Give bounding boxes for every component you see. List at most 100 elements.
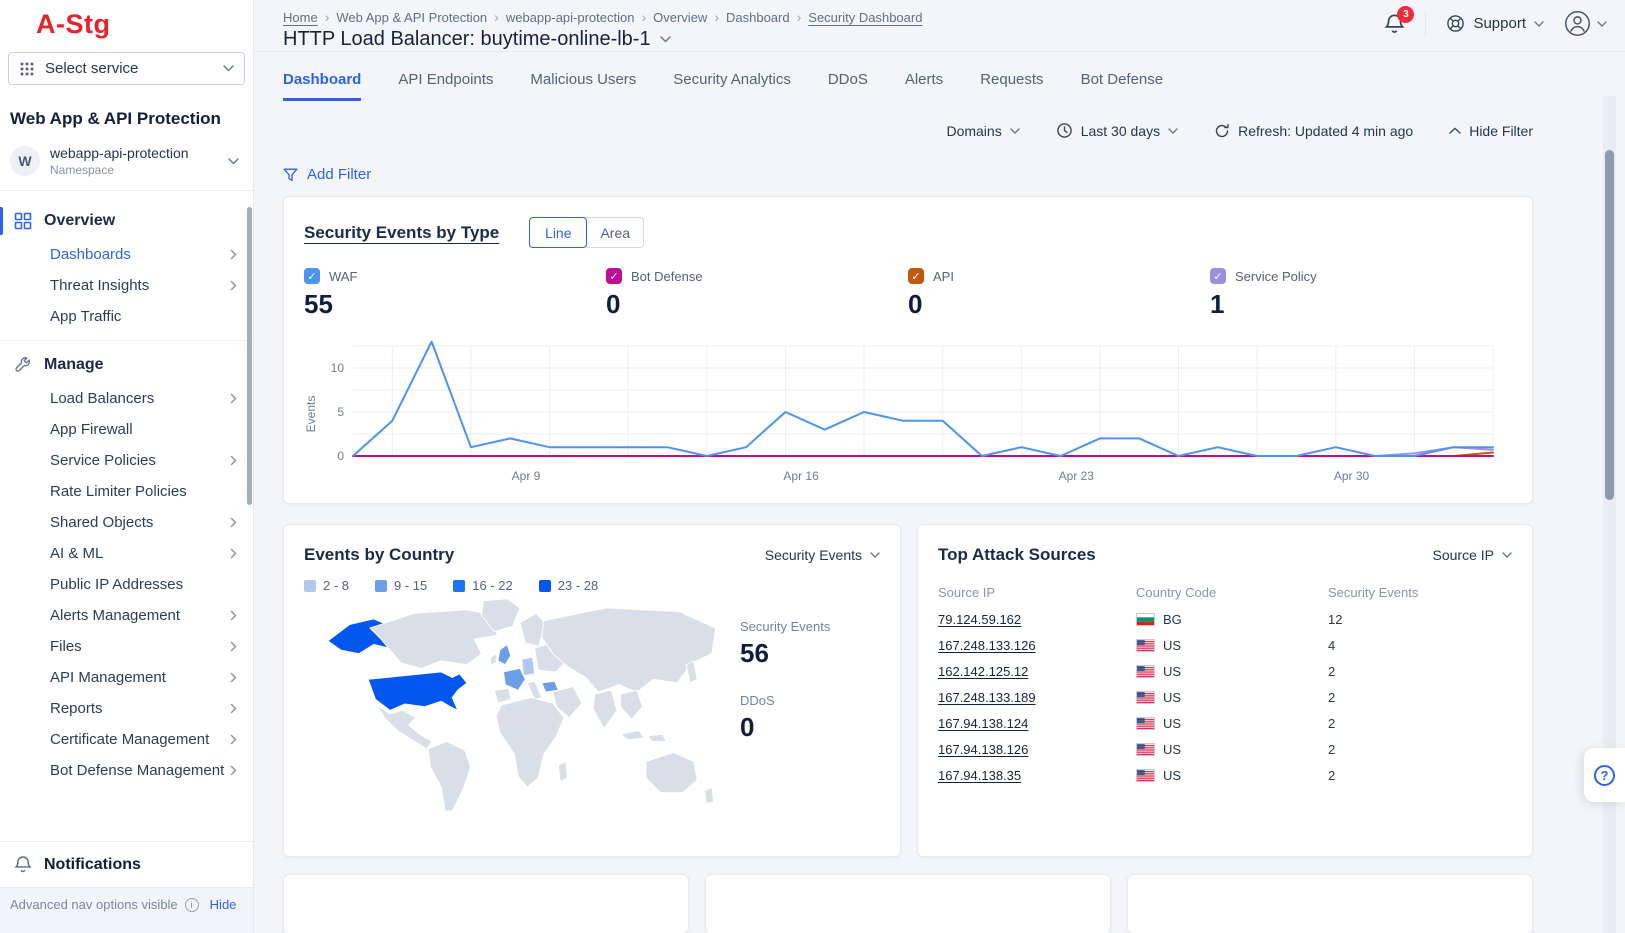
toggle-line[interactable]: Line xyxy=(529,217,587,248)
sidebar-item-shared-objects[interactable]: Shared Objects xyxy=(0,507,253,538)
sidebar-item-files[interactable]: Files xyxy=(0,631,253,662)
user-menu[interactable] xyxy=(1564,10,1607,37)
security-events-cell: 12 xyxy=(1328,612,1512,627)
sidebar-nav: OverviewDashboardsThreat InsightsApp Tra… xyxy=(0,190,253,794)
tab-bot-defense[interactable]: Bot Defense xyxy=(1081,71,1164,101)
breadcrumb-dashboard[interactable]: Dashboard xyxy=(726,10,790,25)
page-scrollbar-thumb[interactable] xyxy=(1605,150,1614,500)
breadcrumb-separator: › xyxy=(797,9,802,25)
legend-checkbox-service-policy[interactable]: ✓Service Policy xyxy=(1210,268,1512,284)
source-ip-link[interactable]: 167.94.138.126 xyxy=(938,742,1028,757)
sidebar-scrollbar[interactable] xyxy=(247,207,252,505)
legend-checkbox-bot-defense[interactable]: ✓Bot Defense xyxy=(606,268,908,284)
legend-checkbox-waf[interactable]: ✓WAF xyxy=(304,268,606,284)
breadcrumb: Home›Web App & API Protection›webapp-api… xyxy=(283,9,1533,25)
source-ip-link[interactable]: 167.248.133.126 xyxy=(938,638,1036,653)
security-events-cell: 2 xyxy=(1328,768,1512,783)
source-ip-link[interactable]: 167.94.138.124 xyxy=(938,716,1028,731)
chart-legend: ✓WAF55✓Bot Defense0✓API0✓Service Policy1 xyxy=(304,268,1512,320)
domains-label: Domains xyxy=(946,123,1001,139)
sidebar-item-certificate-management[interactable]: Certificate Management xyxy=(0,724,253,755)
source-ip-link[interactable]: 167.94.138.35 xyxy=(938,768,1021,783)
chevron-down-icon[interactable] xyxy=(660,36,671,43)
sidebar-item-api-management[interactable]: API Management xyxy=(0,662,253,693)
legend-service-policy: ✓Service Policy1 xyxy=(1210,268,1512,320)
tab-requests[interactable]: Requests xyxy=(980,71,1043,101)
sidebar-item-notifications[interactable]: Notifications xyxy=(0,841,253,887)
attack-dimension-dropdown[interactable]: Source IP xyxy=(1433,547,1512,563)
stat-ddos: DDoS0 xyxy=(740,693,880,743)
sidebar-item-rate-limiter-policies[interactable]: Rate Limiter Policies xyxy=(0,476,253,507)
world-map[interactable] xyxy=(304,597,734,821)
checkbox-checked-icon: ✓ xyxy=(606,268,622,284)
hide-advanced-nav-link[interactable]: Hide xyxy=(210,897,237,912)
column-header-source-ip: Source IP xyxy=(938,585,1136,600)
tab-alerts[interactable]: Alerts xyxy=(905,71,943,101)
support-menu[interactable]: Support xyxy=(1446,14,1544,33)
advanced-nav-text: Advanced nav options visible xyxy=(10,897,178,912)
country-code-cell: US xyxy=(1136,690,1328,705)
add-filter-button[interactable]: Add Filter xyxy=(283,166,1533,183)
help-button[interactable]: ? xyxy=(1584,748,1625,802)
breadcrumb-webapp-api-protection[interactable]: webapp-api-protection xyxy=(506,10,635,25)
namespace-selector[interactable]: W webapp-api-protection Namespace xyxy=(10,145,245,177)
namespace-avatar: W xyxy=(10,146,40,176)
table-row: 167.248.133.126US4 xyxy=(938,632,1512,658)
tab-ddos[interactable]: DDoS xyxy=(828,71,868,101)
tab-malicious-users[interactable]: Malicious Users xyxy=(530,71,636,101)
clock-icon xyxy=(1056,122,1073,139)
chevron-right-icon xyxy=(230,703,237,714)
sidebar-item-reports[interactable]: Reports xyxy=(0,693,253,724)
tab-dashboard[interactable]: Dashboard xyxy=(283,71,361,101)
country-metric-dropdown[interactable]: Security Events xyxy=(765,547,880,563)
sidebar-item-service-policies[interactable]: Service Policies xyxy=(0,445,253,476)
sidebar-item-bot-defense-management[interactable]: Bot Defense Management xyxy=(0,755,253,786)
notification-count-badge: 3 xyxy=(1397,6,1414,23)
source-ip-link[interactable]: 79.124.59.162 xyxy=(938,612,1021,627)
breadcrumb-home[interactable]: Home xyxy=(283,10,318,25)
product-title: Web App & API Protection xyxy=(10,109,243,129)
chevron-right-icon xyxy=(230,610,237,621)
sidebar-item-load-balancers[interactable]: Load Balancers xyxy=(0,383,253,414)
sidebar-group-manage[interactable]: Manage xyxy=(0,347,253,383)
sidebar-item-app-firewall[interactable]: App Firewall xyxy=(0,414,253,445)
table-row: 167.94.138.124US2 xyxy=(938,710,1512,736)
top-attack-sources-card: Top Attack Sources Source IP Source IPCo… xyxy=(917,524,1533,857)
tab-api-endpoints[interactable]: API Endpoints xyxy=(398,71,493,101)
svg-text:Apr 9: Apr 9 xyxy=(512,469,541,483)
notifications-bell-button[interactable]: 3 xyxy=(1384,13,1405,35)
breadcrumb-overview[interactable]: Overview xyxy=(653,10,707,25)
sidebar-group-overview[interactable]: Overview xyxy=(0,203,253,239)
sidebar-item-dashboards[interactable]: Dashboards xyxy=(0,239,253,270)
select-service-dropdown[interactable]: Select service xyxy=(8,52,245,85)
breadcrumb-security-dashboard[interactable]: Security Dashboard xyxy=(808,10,922,25)
toggle-area[interactable]: Area xyxy=(586,217,644,248)
sidebar-item-ai-ml[interactable]: AI & ML xyxy=(0,538,253,569)
sidebar-item-threat-insights[interactable]: Threat Insights xyxy=(0,270,253,301)
source-ip-link[interactable]: 167.248.133.189 xyxy=(938,690,1036,705)
bucket-swatch xyxy=(539,580,551,592)
tab-security-analytics[interactable]: Security Analytics xyxy=(673,71,791,101)
domains-dropdown[interactable]: Domains xyxy=(946,123,1019,139)
breadcrumb-web-app-api-protection[interactable]: Web App & API Protection xyxy=(336,10,487,25)
active-indicator xyxy=(0,207,3,235)
source-ip-link[interactable]: 162.142.125.12 xyxy=(938,664,1028,679)
page-scrollbar-track[interactable] xyxy=(1603,96,1616,933)
security-events-title[interactable]: Security Events by Type xyxy=(304,223,499,243)
cards-row: Events by Country Security Events 2 - 89… xyxy=(283,524,1533,857)
refresh-label: Refresh: Updated 4 min ago xyxy=(1238,123,1413,139)
chevron-right-icon xyxy=(230,517,237,528)
sidebar-item-app-traffic[interactable]: App Traffic xyxy=(0,301,253,332)
chevron-down-icon xyxy=(228,158,239,165)
sidebar-item-alerts-management[interactable]: Alerts Management xyxy=(0,600,253,631)
tab-bar: Dashboard API Endpoints Malicious Users Sec… xyxy=(283,71,1533,101)
page-header: Home›Web App & API Protection›webapp-api… xyxy=(254,0,1625,52)
sidebar-item-public-ip-addresses[interactable]: Public IP Addresses xyxy=(0,569,253,600)
column-header-country-code: Country Code xyxy=(1136,585,1328,600)
legend-checkbox-api[interactable]: ✓API xyxy=(908,268,1210,284)
help-icon: ? xyxy=(1594,765,1615,786)
lifebuoy-icon xyxy=(1446,14,1465,33)
time-range-dropdown[interactable]: Last 30 days xyxy=(1056,122,1178,139)
hide-filter-button[interactable]: Hide Filter xyxy=(1449,123,1533,139)
refresh-button[interactable]: Refresh: Updated 4 min ago xyxy=(1214,123,1413,139)
